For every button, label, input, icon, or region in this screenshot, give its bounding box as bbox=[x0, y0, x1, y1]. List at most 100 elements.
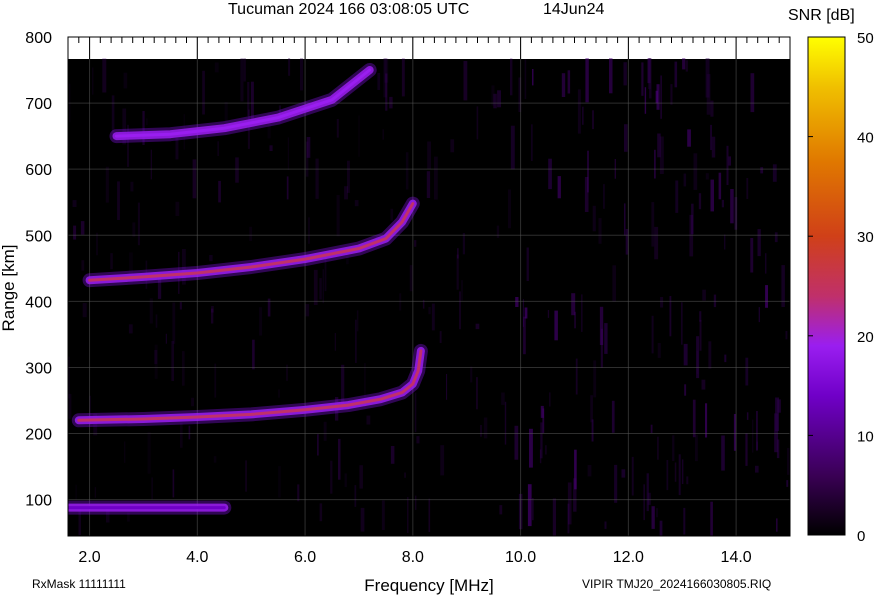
noise-mark bbox=[128, 324, 133, 334]
noise-mark bbox=[561, 73, 566, 97]
noise-mark bbox=[117, 181, 120, 220]
noise-mark bbox=[657, 133, 661, 158]
noise-mark bbox=[681, 302, 683, 345]
noise-mark bbox=[354, 485, 357, 507]
noise-mark bbox=[524, 59, 527, 99]
noise-mark bbox=[240, 58, 244, 102]
noise-mark bbox=[666, 460, 669, 491]
noise-mark bbox=[612, 265, 616, 302]
noise-mark bbox=[750, 238, 754, 273]
noise-mark bbox=[705, 173, 709, 180]
noise-mark bbox=[278, 389, 280, 398]
noise-mark bbox=[476, 377, 478, 410]
noise-mark bbox=[786, 480, 789, 487]
noise-mark bbox=[180, 422, 183, 448]
noise-mark bbox=[491, 85, 495, 106]
noise-mark bbox=[504, 401, 507, 445]
noise-mark bbox=[724, 354, 727, 363]
noise-mark bbox=[713, 294, 717, 308]
noise-mark bbox=[641, 62, 644, 96]
noise-mark bbox=[721, 435, 725, 471]
noise-mark bbox=[202, 70, 205, 115]
noise-mark bbox=[407, 497, 409, 533]
noise-mark bbox=[552, 498, 556, 536]
noise-mark bbox=[315, 158, 319, 199]
noise-mark bbox=[192, 159, 197, 199]
noise-mark bbox=[336, 119, 339, 138]
noise-mark bbox=[179, 302, 182, 310]
x-tick-label: 10.0 bbox=[505, 549, 536, 566]
noise-mark bbox=[81, 260, 85, 271]
noise-mark bbox=[682, 58, 686, 70]
noise-mark bbox=[235, 157, 239, 183]
noise-mark bbox=[151, 477, 153, 500]
noise-mark bbox=[344, 473, 347, 488]
noise-mark bbox=[567, 482, 572, 525]
noise-mark bbox=[750, 73, 755, 113]
noise-mark bbox=[624, 203, 626, 236]
noise-mark bbox=[547, 310, 550, 318]
noise-mark bbox=[358, 115, 360, 157]
noise-mark bbox=[461, 280, 463, 301]
noise-mark bbox=[651, 315, 654, 354]
noise-mark bbox=[102, 58, 107, 93]
noise-mark bbox=[745, 357, 749, 386]
noise-mark bbox=[130, 181, 134, 192]
noise-mark bbox=[746, 412, 749, 420]
noise-mark bbox=[355, 319, 357, 363]
noise-mark bbox=[317, 434, 319, 456]
colorbar-label: SNR [dB] bbox=[788, 7, 855, 24]
noise-mark bbox=[711, 136, 716, 158]
noise-mark bbox=[514, 425, 519, 460]
noise-mark bbox=[699, 319, 702, 351]
noise-mark bbox=[548, 158, 552, 190]
noise-mark bbox=[211, 308, 214, 324]
noise-mark bbox=[399, 293, 402, 311]
noise-mark bbox=[733, 414, 736, 451]
colorbar-tick-label: 20 bbox=[857, 329, 874, 346]
x-tick-label: 6.0 bbox=[294, 549, 316, 566]
noise-mark bbox=[591, 419, 594, 442]
noise-mark bbox=[427, 141, 431, 169]
noise-mark bbox=[416, 436, 420, 444]
noise-mark bbox=[499, 505, 503, 515]
noise-mark bbox=[684, 384, 687, 396]
noise-mark bbox=[656, 84, 660, 110]
noise-mark bbox=[123, 72, 128, 89]
noise-mark bbox=[678, 454, 681, 496]
noise-mark bbox=[150, 149, 152, 180]
x-axis: 2.0 4.0 6.0 8.0 10.0 12.0 14.0 bbox=[78, 549, 751, 566]
noise-mark bbox=[82, 303, 87, 318]
noise-mark bbox=[439, 331, 442, 343]
noise-mark bbox=[687, 129, 691, 147]
noise-mark bbox=[540, 405, 544, 418]
noise-mark bbox=[674, 61, 678, 88]
noise-mark bbox=[611, 400, 615, 433]
noise-mark bbox=[623, 62, 627, 86]
noise-mark bbox=[587, 465, 592, 477]
noise-mark bbox=[724, 234, 726, 250]
y-tick-label: 600 bbox=[25, 162, 52, 179]
noise-mark bbox=[698, 193, 702, 210]
noise-mark bbox=[573, 478, 577, 512]
noise-mark bbox=[654, 226, 659, 260]
noise-mark bbox=[390, 446, 395, 464]
noise-mark bbox=[182, 351, 185, 386]
y-tick-label: 700 bbox=[25, 96, 52, 113]
noise-mark bbox=[217, 141, 219, 156]
colorbar-tick-label: 10 bbox=[857, 428, 874, 445]
noise-mark bbox=[683, 173, 687, 187]
noise-mark bbox=[692, 399, 696, 438]
file-label: VIPIR TMJ20_2024166030805.RIQ bbox=[582, 577, 771, 591]
noise-mark bbox=[132, 222, 136, 237]
noise-mark bbox=[214, 62, 219, 73]
noise-mark bbox=[80, 221, 85, 235]
noise-mark bbox=[224, 102, 228, 122]
noise-mark bbox=[657, 343, 661, 358]
noise-mark bbox=[587, 150, 589, 193]
noise-mark bbox=[175, 138, 179, 160]
x-tick-label: 8.0 bbox=[402, 549, 424, 566]
noise-mark bbox=[648, 58, 652, 90]
noise-mark bbox=[670, 84, 673, 105]
noise-mark bbox=[323, 421, 327, 441]
